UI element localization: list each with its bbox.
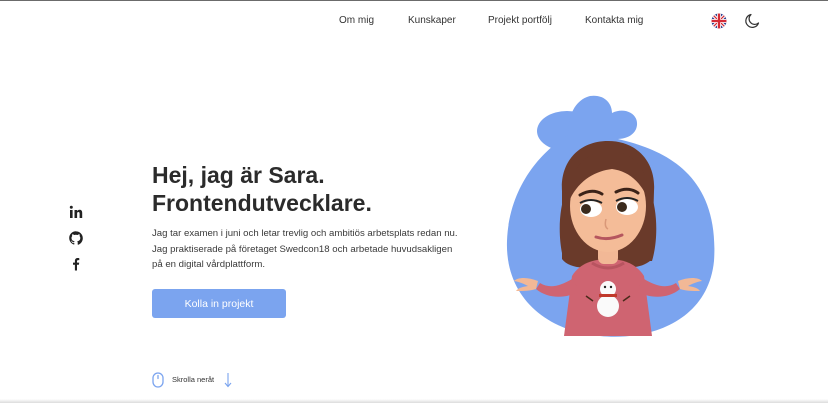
moon-icon[interactable] <box>744 13 760 29</box>
mouse-icon <box>152 372 164 393</box>
top-navigation: Om mig Kunskaper Projekt portfölj Kontak… <box>0 1 828 41</box>
nav-link-about[interactable]: Om mig <box>339 15 374 26</box>
scroll-down-label: Skrolla neråt <box>172 375 215 384</box>
nav-link-portfolio[interactable]: Projekt portfölj <box>488 15 552 26</box>
arrow-down-icon <box>223 372 233 393</box>
nav-link-contact[interactable]: Kontakta mig <box>585 15 643 26</box>
linkedin-icon[interactable] <box>68 204 84 220</box>
hero-role: Frontendutvecklare. <box>152 190 372 216</box>
hero-description: Jag tar examen i juni och letar trevlig … <box>152 228 458 270</box>
page-bottom-edge <box>0 399 828 403</box>
nav-link-skills[interactable]: Kunskaper <box>408 15 456 26</box>
github-icon[interactable] <box>68 230 84 246</box>
facebook-icon[interactable] <box>68 256 84 272</box>
uk-flag-icon[interactable] <box>711 13 727 29</box>
avatar-illustration <box>500 91 725 341</box>
hero-title: Hej, jag är Sara. Frontendutvecklare. <box>152 161 372 217</box>
hero-greeting: Hej, jag är Sara. <box>152 162 325 188</box>
view-projects-button[interactable]: Kolla in projekt <box>152 289 286 318</box>
